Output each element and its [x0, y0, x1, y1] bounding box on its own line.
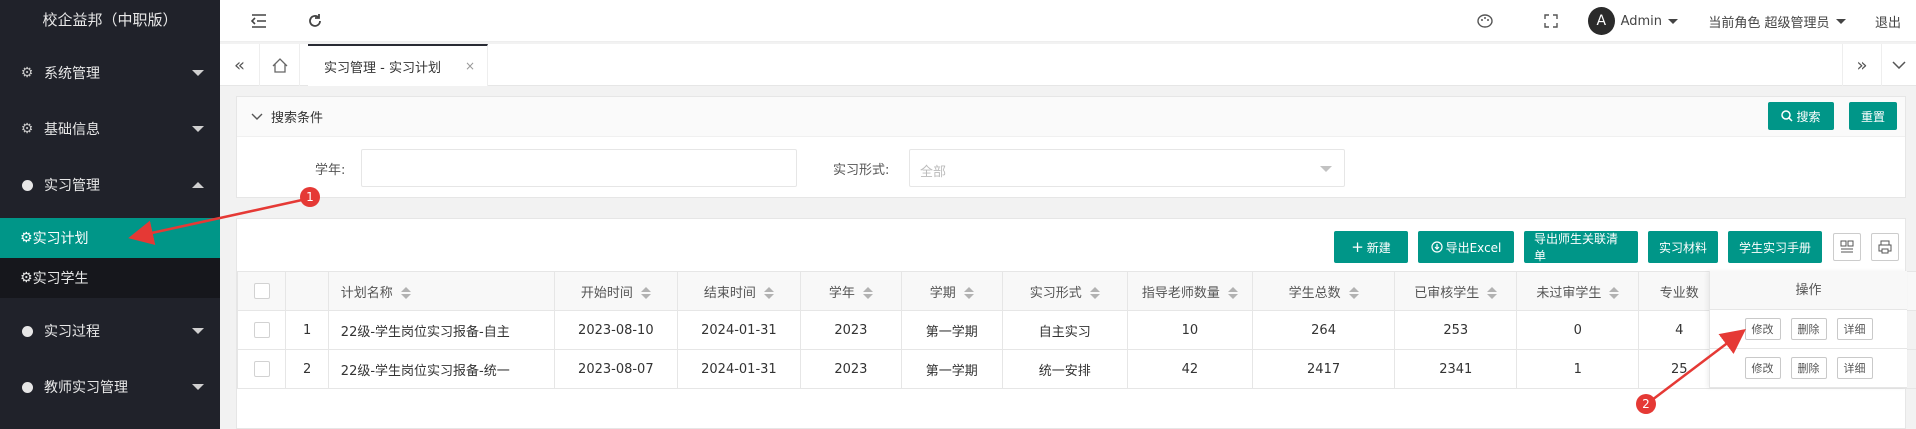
annotation-arrows [128, 198, 1746, 401]
annotation-badge-1: 1 [300, 187, 320, 207]
arrow-2 [1651, 328, 1746, 401]
arrow-1 [128, 198, 303, 245]
annotation-badge-2: 2 [1636, 394, 1656, 414]
app-root: 校企益邦（中职版） ⚙ 系统管理 ⚙ 基础信息 实习管理 ⚙ 实习计划 ⚙ 实习… [0, 0, 1916, 429]
